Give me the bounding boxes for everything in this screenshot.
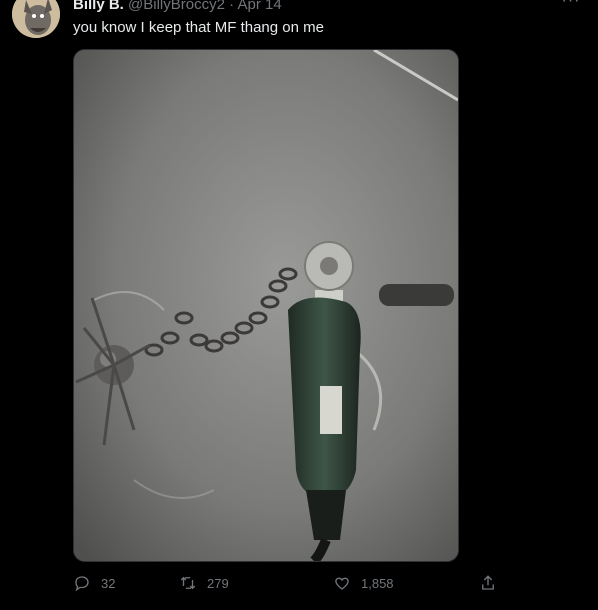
author-handle[interactable]: @BillyBroccy2 [128, 0, 225, 13]
author-name[interactable]: Billy B. [73, 0, 124, 13]
reply-icon [75, 576, 89, 592]
tweet-date[interactable]: Apr 14 [237, 0, 281, 13]
photo-image [74, 50, 458, 561]
heart-icon [335, 577, 349, 590]
tweet[interactable]: Billy B. @BillyBroccy2 · Apr 14 ··· you … [0, 0, 598, 610]
more-options-button[interactable]: ··· [560, 0, 582, 9]
avatar-image [12, 0, 60, 38]
tweet-photo[interactable] [73, 49, 459, 562]
reply-count: 32 [101, 575, 116, 591]
reply-button[interactable]: 32 [73, 570, 115, 596]
retweet-button[interactable]: 279 [179, 570, 229, 596]
like-count: 1,858 [361, 575, 394, 591]
separator-dot: · [229, 0, 235, 13]
share-button[interactable] [479, 570, 507, 596]
tweet-header: Billy B. @BillyBroccy2 · Apr 14 [73, 0, 282, 13]
avatar[interactable] [12, 0, 60, 38]
tweet-text: you know I keep that MF thang on me [73, 19, 324, 36]
retweet-count: 279 [207, 575, 229, 591]
like-button[interactable]: 1,858 [333, 570, 394, 596]
tweet-actions: 32 279 1,858 [73, 570, 513, 596]
share-icon [482, 575, 494, 590]
retweet-icon [180, 576, 196, 590]
